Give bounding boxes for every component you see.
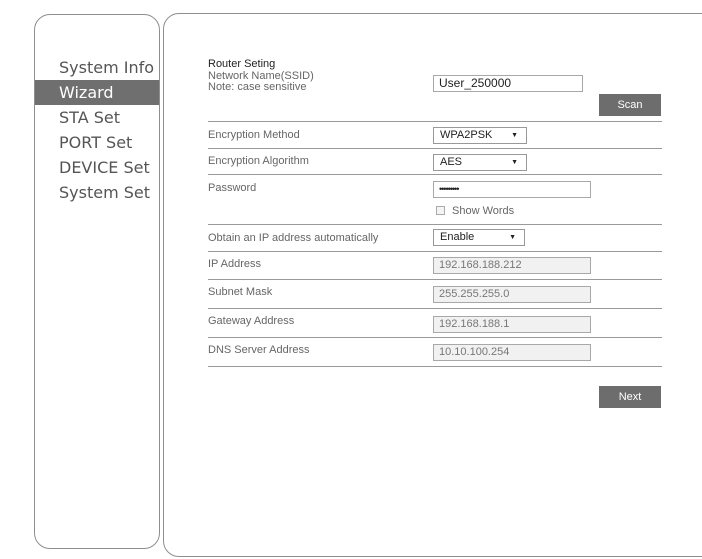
chevron-down-icon: ▼	[511, 159, 518, 166]
dns-label: DNS Server Address	[208, 344, 310, 356]
encryption-method-select[interactable]: WPA2PSK ▼	[433, 127, 527, 144]
password-input[interactable]: •••••••••	[433, 181, 591, 198]
sidebar-item-wizard[interactable]: Wizard	[35, 80, 159, 105]
show-words-label: Show Words	[452, 205, 515, 217]
divider	[208, 121, 662, 122]
sidebar-nav: System Info Wizard STA Set PORT Set DEVI…	[35, 55, 159, 205]
section-title: Router Seting	[208, 58, 276, 70]
ip-address-input[interactable]: 192.168.188.212	[433, 257, 591, 274]
sidebar-item-system-info[interactable]: System Info	[35, 55, 159, 80]
encryption-method-label: Encryption Method	[208, 129, 300, 141]
encryption-algorithm-label: Encryption Algorithm	[208, 155, 309, 167]
divider	[208, 337, 662, 338]
gateway-input[interactable]: 192.168.188.1	[433, 316, 591, 333]
encryption-algorithm-select[interactable]: AES ▼	[433, 154, 527, 171]
divider	[208, 279, 662, 280]
divider	[208, 148, 662, 149]
divider	[208, 224, 662, 225]
sidebar: System Info Wizard STA Set PORT Set DEVI…	[34, 14, 160, 549]
encryption-algorithm-value: AES	[440, 156, 463, 168]
dns-input[interactable]: 10.10.100.254	[433, 344, 591, 361]
scan-button[interactable]: Scan	[599, 94, 661, 116]
sidebar-item-system-set[interactable]: System Set	[35, 180, 159, 205]
dhcp-label: Obtain an IP address automatically	[208, 232, 379, 244]
sidebar-item-port-set[interactable]: PORT Set	[35, 130, 159, 155]
main-panel: Router Seting Network Name(SSID) Note: c…	[163, 13, 702, 557]
ssid-input[interactable]: User_250000	[433, 75, 583, 92]
gateway-label: Gateway Address	[208, 315, 295, 327]
chevron-down-icon: ▼	[509, 234, 516, 241]
divider	[208, 251, 662, 252]
show-words-checkbox[interactable]	[436, 206, 445, 215]
ssid-note: Note: case sensitive	[208, 81, 307, 93]
password-label: Password	[208, 182, 257, 194]
divider	[208, 174, 662, 175]
divider	[208, 308, 662, 309]
next-button[interactable]: Next	[599, 386, 661, 408]
dhcp-value: Enable	[440, 231, 475, 243]
subnet-mask-input[interactable]: 255.255.255.0	[433, 286, 591, 303]
encryption-method-value: WPA2PSK	[440, 129, 493, 141]
sidebar-item-device-set[interactable]: DEVICE Set	[35, 155, 159, 180]
sidebar-item-sta-set[interactable]: STA Set	[35, 105, 159, 130]
ip-address-label: IP Address	[208, 258, 261, 270]
dhcp-select[interactable]: Enable ▼	[433, 229, 525, 246]
subnet-mask-label: Subnet Mask	[208, 286, 273, 298]
chevron-down-icon: ▼	[511, 132, 518, 139]
divider	[208, 366, 662, 367]
